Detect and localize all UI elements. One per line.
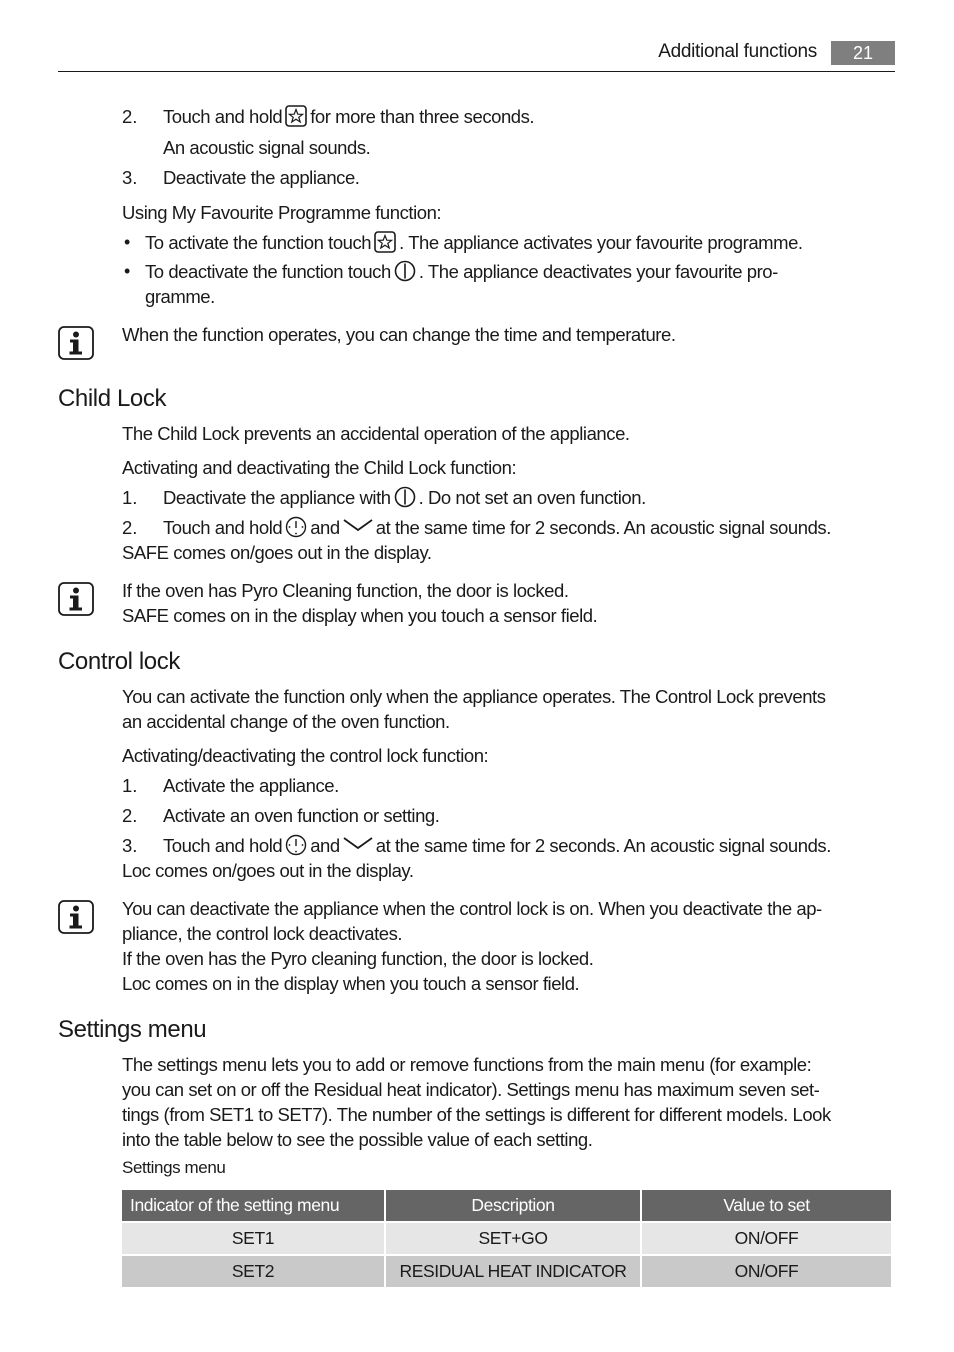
step-text: at the same time for 2 seconds. An acous… (375, 517, 832, 538)
step-text: at the same time for 2 seconds. An acous… (375, 835, 832, 856)
step-number: 3. (122, 167, 138, 188)
bullet: • (124, 261, 131, 281)
step-text: Deactivate the appliance with (163, 487, 391, 508)
step-text: Touch and hold (163, 106, 283, 127)
bullet-lead: To deactivate the function (145, 261, 344, 282)
info-note: If the oven has the Pyro cleaning functi… (122, 948, 594, 969)
step-number: 2. (122, 805, 138, 826)
list-item: Touch and hold and at the same time for 2 … (163, 833, 831, 858)
info-icon (58, 900, 94, 934)
info-note: You can deactivate the appliance when th… (122, 898, 822, 919)
step-text: Touch and hold (163, 517, 283, 538)
list-item: Activate an oven function or setting. (163, 805, 440, 826)
info-icon (58, 326, 94, 360)
bullet-text: touch (328, 232, 372, 253)
page-header: Additional functions 21 (58, 38, 895, 72)
bullet-lead: To activate the function (145, 232, 324, 253)
bullet-item: To activate the function touch . The appl… (145, 230, 803, 255)
subheading: Using My Favourite Programme function: (122, 202, 442, 223)
step-number: 1. (122, 775, 138, 796)
section-heading-child-lock: Child Lock (58, 385, 167, 412)
chevron-down-icon (343, 836, 373, 850)
paragraph: into the table below to see the possible… (122, 1129, 593, 1150)
info-note: When the function operates, you can chan… (122, 324, 676, 345)
table-cell: SET1 (122, 1223, 384, 1254)
step-number: 1. (122, 487, 138, 508)
table-cell: RESIDUAL HEAT INDICATOR (386, 1256, 640, 1287)
column-header: Description (386, 1190, 640, 1221)
paragraph: tings (from SET1 to SET7). The number of… (122, 1104, 831, 1125)
step-continuation: SAFE comes on/goes out in the display. (122, 542, 432, 563)
table-header-row: Indicator of the setting menu Descriptio… (122, 1190, 891, 1221)
info-note: If the oven has Pyro Cleaning function, … (122, 580, 569, 601)
step-number: 2. (122, 517, 138, 538)
info-note: Loc comes on in the display when you tou… (122, 973, 580, 994)
column-header: Value to set (642, 1190, 891, 1221)
step-note: An acoustic signal sounds. (163, 137, 371, 158)
table-cell: ON/OFF (642, 1256, 891, 1287)
list-item: Deactivate the appliance with . Do not se… (163, 485, 646, 510)
list-item: Touch and hold for more than three second… (163, 104, 535, 129)
step-number: 2. (122, 106, 138, 127)
paragraph: The settings menu lets you to add or rem… (122, 1054, 812, 1075)
page-number: 21 (831, 41, 895, 65)
clock-icon (285, 516, 307, 538)
info-note: pliance, the control lock deactivates. (122, 923, 403, 944)
step-continuation: Loc comes on/goes out in the display. (122, 860, 414, 881)
paragraph: You can activate the function only when … (122, 686, 826, 707)
bullet-continuation: gramme. (145, 286, 215, 307)
power-icon (394, 486, 416, 508)
section-heading-control-lock: Control lock (58, 648, 180, 675)
paragraph: The Child Lock prevents an accidental op… (122, 423, 630, 444)
bullet-item: To deactivate the function touch . The ap… (145, 259, 778, 284)
list-item: Touch and hold and at the same time for 2 … (163, 515, 831, 540)
table-row: SET2 RESIDUAL HEAT INDICATOR ON/OFF (122, 1256, 891, 1287)
bullet-text: . The appliance activates your favourite… (399, 232, 803, 253)
settings-table: Indicator of the setting menu Descriptio… (120, 1188, 893, 1289)
paragraph: you can set on or off the Residual heat … (122, 1079, 820, 1100)
power-icon (394, 260, 416, 282)
step-text: and (310, 517, 340, 538)
bullet-text: . The appliance deactivates your favouri… (418, 261, 778, 282)
step-text: for more than three seconds. (310, 106, 535, 127)
table-caption: Settings menu (122, 1158, 226, 1177)
subheading: Activating and deactivating the Child Lo… (122, 457, 517, 478)
table-cell: SET+GO (386, 1223, 640, 1254)
step-text: Touch and hold (163, 835, 283, 856)
table-cell: ON/OFF (642, 1223, 891, 1254)
step-number: 3. (122, 835, 138, 856)
bullet: • (124, 232, 131, 252)
paragraph: an accidental change of the oven functio… (122, 711, 450, 732)
list-item: Deactivate the appliance. (163, 167, 360, 188)
info-note: SAFE comes on in the display when you to… (122, 605, 598, 626)
info-icon (58, 582, 94, 616)
section-heading-settings-menu: Settings menu (58, 1016, 207, 1043)
clock-icon (285, 834, 307, 856)
column-header: Indicator of the setting menu (122, 1190, 384, 1221)
star-icon (285, 105, 307, 127)
table-row: SET1 SET+GO ON/OFF (122, 1223, 891, 1254)
chevron-down-icon (343, 518, 373, 532)
step-text: and (310, 835, 340, 856)
table-cell: SET2 (122, 1256, 384, 1287)
bullet-text: touch (347, 261, 391, 282)
step-text: . Do not set an oven function. (418, 487, 647, 508)
section-title: Additional functions (658, 41, 817, 62)
subheading: Activating/deactivating the control lock… (122, 745, 489, 766)
star-icon (374, 231, 396, 253)
list-item: Activate the appliance. (163, 775, 339, 796)
